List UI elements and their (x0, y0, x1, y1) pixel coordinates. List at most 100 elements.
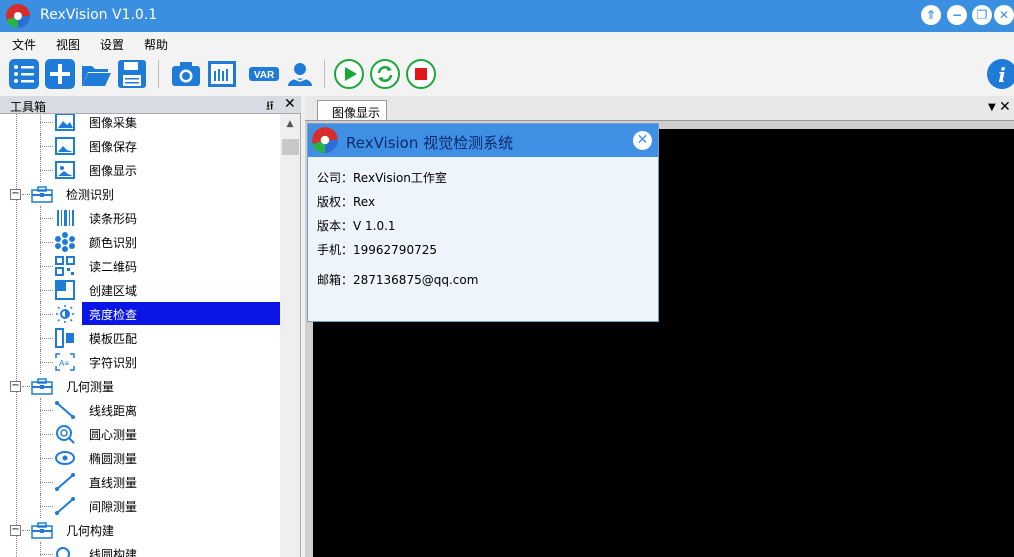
tree-item-label: 线线距离 (89, 404, 138, 418)
tree-guide-line (40, 170, 53, 171)
tree-group[interactable]: − 检测识别 (0, 182, 280, 206)
ocr-icon: A≡ (55, 353, 75, 371)
tree-item-label: 间隙测量 (89, 500, 138, 514)
tree-item[interactable]: A≡ 字符识别 (0, 350, 280, 374)
menu-bar: 文件 视图 设置 帮助 (0, 32, 1014, 54)
image-frame-icon[interactable] (206, 58, 238, 90)
tree-guide-line (22, 386, 30, 387)
tree-item[interactable]: 间隙测量 (0, 494, 280, 518)
menu-help[interactable]: 帮助 (144, 36, 168, 53)
app-logo-icon (6, 4, 30, 29)
image-save-icon (55, 137, 75, 155)
tab-image-display[interactable]: 图像显示 (317, 100, 387, 120)
tree-item[interactable]: 图像显示 (0, 158, 280, 182)
menu-settings[interactable]: 设置 (100, 36, 124, 53)
tree-item-label: 图像采集 (89, 116, 138, 130)
minimize-button[interactable]: − (947, 5, 967, 25)
toolbox-title: 工具箱 (10, 100, 47, 114)
tree-group[interactable]: − 几何构建 (0, 518, 280, 542)
tree-item-label: 模板匹配 (89, 332, 138, 346)
tree-guide-line (40, 146, 53, 147)
tree-item[interactable]: 创建区域 (0, 278, 280, 302)
run-icon[interactable] (333, 58, 365, 90)
tree-item-label: 亮度检查 (89, 308, 138, 322)
toolbox-scrollbar[interactable]: ▲ (280, 114, 300, 557)
tree-item[interactable]: 线圆构建 (0, 542, 280, 557)
tree-item[interactable]: 线线距离 (0, 398, 280, 422)
expand-collapse-icon[interactable]: − (10, 189, 21, 200)
tree-item[interactable]: 读二维码 (0, 254, 280, 278)
about-header: RexVision 视觉检测系统 ✕ (308, 124, 658, 157)
pin-top-button[interactable]: ⇑ (921, 5, 941, 25)
tree-guide-line (40, 434, 53, 435)
loop-run-icon[interactable] (369, 58, 401, 90)
save-icon[interactable] (116, 58, 148, 90)
barcode-icon (57, 210, 74, 226)
tree-item-label: 读二维码 (89, 260, 138, 274)
tree-item[interactable]: 亮度检查 (0, 302, 280, 326)
toolbar-separator (158, 60, 159, 88)
tree-guide-line (40, 114, 41, 134)
tree-item[interactable]: 模板匹配 (0, 326, 280, 350)
tree-guide-line (40, 554, 53, 555)
toolbox-folder-icon (31, 378, 53, 395)
toolbar: VAR i (0, 54, 1014, 96)
about-email: 邮箱：287136875@qq.com (317, 273, 479, 287)
region-icon (55, 280, 75, 300)
tree-guide-line (40, 410, 53, 411)
about-phone: 手机：19962790725 (317, 243, 437, 257)
user-icon[interactable] (284, 58, 316, 90)
svg-text:A≡: A≡ (59, 359, 69, 368)
camera-icon[interactable] (170, 58, 202, 90)
toolbox-close-icon[interactable]: ✕ (284, 96, 296, 112)
tree-group[interactable]: − 几何测量 (0, 374, 280, 398)
tree-item[interactable]: 直线测量 (0, 470, 280, 494)
scroll-thumb[interactable] (282, 139, 299, 155)
tree-item[interactable]: 图像保存 (0, 134, 280, 158)
menu-view[interactable]: 视图 (56, 36, 80, 53)
tree-item[interactable]: 图像采集 (0, 114, 280, 134)
tree-item-label: 创建区域 (89, 284, 138, 298)
brightness-icon (56, 305, 74, 323)
toolbox-folder-icon (31, 186, 53, 203)
task-list-icon[interactable] (8, 58, 40, 90)
tab-dropdown-icon[interactable]: ▼ (988, 102, 996, 113)
tree-guide-line (40, 338, 53, 339)
tab-close-icon[interactable]: ✕ (999, 99, 1011, 115)
tree-guide-line (22, 530, 30, 531)
add-icon[interactable] (44, 58, 76, 90)
about-version: 版本：V 1.0.1 (317, 219, 396, 233)
tree-item-label: 检测识别 (66, 188, 115, 202)
tree-item-label: 几何构建 (66, 524, 115, 538)
menu-file[interactable]: 文件 (12, 36, 36, 53)
variable-icon[interactable]: VAR (248, 58, 280, 90)
tree-item-label: 读条形码 (89, 212, 138, 226)
expand-collapse-icon[interactable]: − (10, 525, 21, 536)
tree-item[interactable]: 椭圆测量 (0, 446, 280, 470)
info-label: i (998, 63, 1006, 87)
image-display-icon (55, 161, 75, 179)
open-folder-icon[interactable] (80, 58, 112, 90)
toolbox-tree: 图像采集图像保存 图像显示 − 检测识别读条形码颜色识别读二维码创建区域亮度检查模板匹… (0, 114, 280, 557)
circle-measure-icon (56, 425, 75, 444)
template-icon (55, 328, 74, 348)
tree-item[interactable]: 读条形码 (0, 206, 280, 230)
scroll-up-icon[interactable]: ▲ (280, 114, 300, 134)
maximize-button[interactable]: ❐ (972, 5, 992, 25)
tree-guide-line (40, 242, 53, 243)
close-button[interactable]: ✕ (994, 5, 1014, 25)
app-logo-icon (312, 127, 338, 153)
ellipse-measure-icon (55, 451, 75, 465)
tree-item[interactable]: 颜色识别 (0, 230, 280, 254)
info-icon[interactable]: i (986, 58, 1014, 90)
qrcode-icon (55, 256, 75, 276)
image-acquire-icon (55, 114, 75, 131)
color-icon (55, 232, 75, 252)
about-close-icon[interactable]: ✕ (633, 131, 652, 150)
tree-item[interactable]: 圆心测量 (0, 422, 280, 446)
stop-icon[interactable] (405, 58, 437, 90)
tree-guide-line (40, 362, 53, 363)
tree-guide-line (40, 266, 53, 267)
expand-collapse-icon[interactable]: − (10, 381, 21, 392)
title-bar[interactable]: RexVision V1.0.1 ⇑ − ❐ ✕ (0, 0, 1014, 32)
